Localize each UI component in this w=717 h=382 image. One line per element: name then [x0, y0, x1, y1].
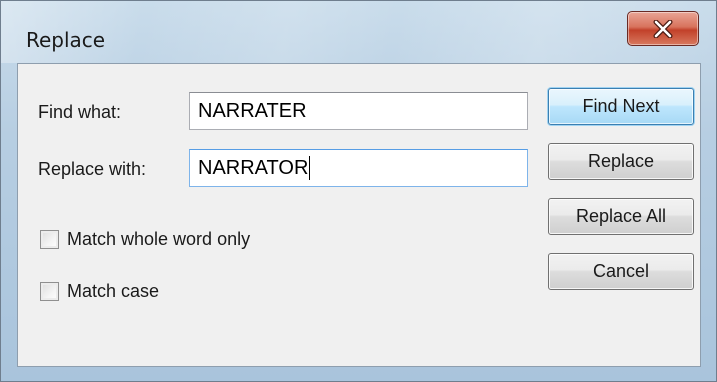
match-whole-word-label: Match whole word only: [67, 229, 251, 249]
replace-button[interactable]: Replace: [548, 143, 694, 180]
match-whole-word-checkbox[interactable]: [40, 230, 59, 249]
replace-all-button[interactable]: Replace All: [548, 198, 694, 235]
replace-with-label: Replace with:: [38, 159, 147, 179]
find-what-input[interactable]: NARRATER: [189, 92, 528, 130]
window-title: Replace: [26, 28, 106, 52]
match-case-option[interactable]: Match case: [40, 281, 159, 302]
replace-with-input[interactable]: NARRATOR: [189, 149, 528, 187]
dialog-window: Replace Find what: NARRATER Replace with…: [0, 0, 717, 382]
dialog-body: Find what: NARRATER Replace with: NARRAT…: [17, 63, 701, 367]
replace-with-value: NARRATOR: [198, 157, 309, 179]
match-case-label: Match case: [67, 281, 160, 301]
close-button[interactable]: [627, 11, 699, 46]
match-whole-word-option[interactable]: Match whole word only: [40, 229, 250, 250]
close-icon: [653, 19, 673, 38]
text-caret: [309, 155, 311, 180]
match-case-checkbox[interactable]: [40, 282, 59, 301]
find-what-label: Find what:: [38, 102, 122, 122]
find-what-value: NARRATER: [198, 100, 307, 122]
find-next-button[interactable]: Find Next: [548, 88, 694, 125]
cancel-button[interactable]: Cancel: [548, 253, 694, 290]
